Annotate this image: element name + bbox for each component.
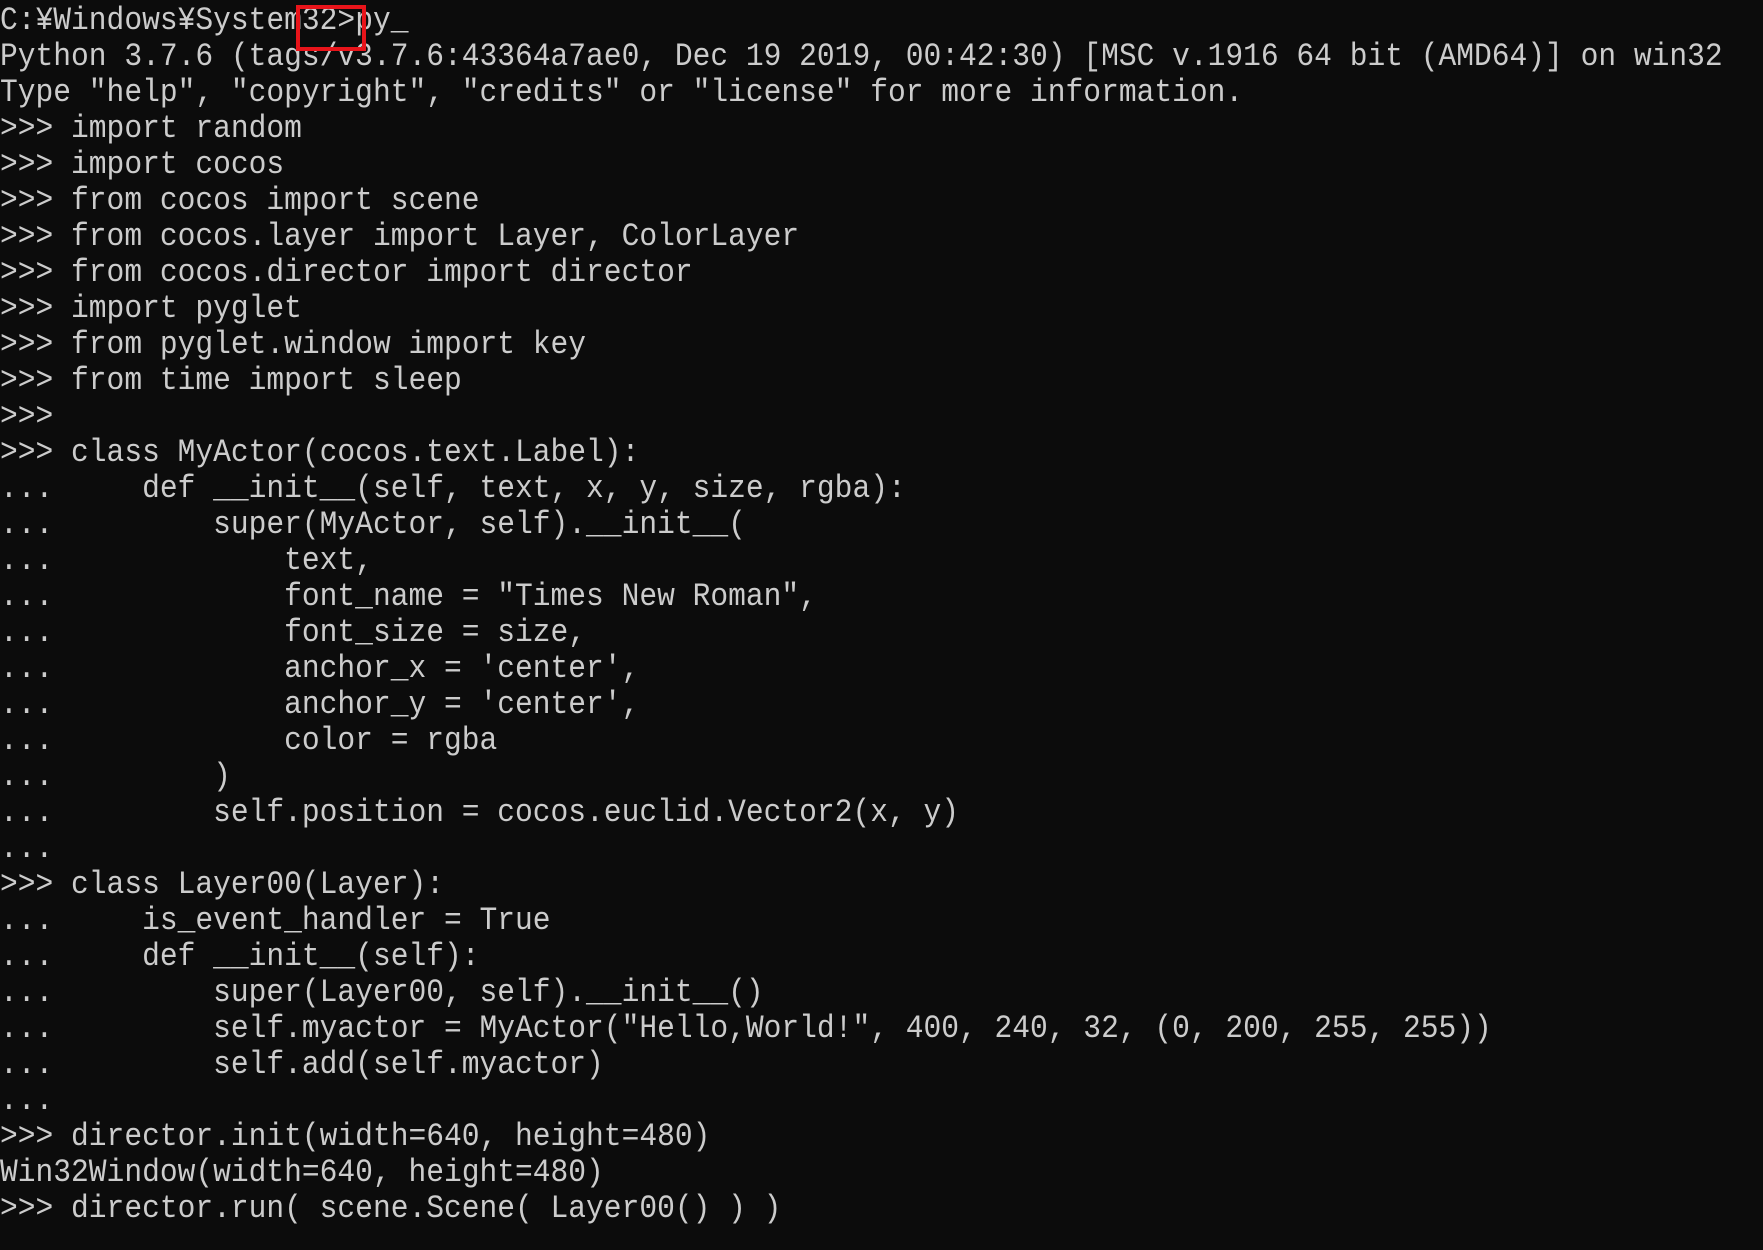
console-line: >>> from pyglet.window import key (0, 325, 587, 363)
console-first-line: C:¥Windows¥System32>py_ (0, 0, 1763, 40)
console-line: >>> from cocos.director import director (0, 253, 693, 291)
console-line: ... anchor_y = 'center', (0, 685, 640, 723)
console-line: Win32Window(width=640, height=480) (0, 1153, 604, 1191)
console-line: ... font_name = "Times New Roman", (0, 577, 817, 615)
console-line: ... (0, 829, 54, 867)
console-line: >>> import random (0, 109, 302, 147)
console-line: >>> (0, 397, 54, 435)
console-output[interactable]: C:¥Windows¥System32>py_ Python 3.7.6 (ta… (0, 0, 1763, 1227)
console-line: >>> from cocos.layer import Layer, Color… (0, 217, 800, 255)
console-line: >>> director.run( scene.Scene( Layer00()… (0, 1189, 782, 1227)
cursor: _ (390, 1, 409, 39)
console-line: Type "help", "copyright", "credits" or "… (0, 73, 1244, 111)
console-line: ... is_event_handler = True (0, 901, 551, 939)
console-line: ... self.add(self.myactor) (0, 1045, 604, 1083)
console-line: ... def __init__(self): (0, 937, 480, 975)
console-line: >>> class MyActor(cocos.text.Label): (0, 433, 640, 471)
console-line: ... (0, 1081, 54, 1119)
console-line: >>> import cocos (0, 145, 285, 183)
console-line: ... super(Layer00, self).__init__() (0, 973, 764, 1011)
console-line: ... def __init__(self, text, x, y, size,… (0, 469, 906, 507)
console-line: >>> director.init(width=640, height=480) (0, 1117, 711, 1155)
console-line: ... anchor_x = 'center', (0, 649, 640, 687)
console-line: ... super(MyActor, self).__init__( (0, 505, 746, 543)
console-line: Python 3.7.6 (tags/v3.7.6:43364a7ae0, De… (0, 37, 1723, 75)
console-line: ... self.position = cocos.euclid.Vector2… (0, 793, 959, 831)
console-line: >>> class Layer00(Layer): (0, 865, 444, 903)
console-line: ... font_size = size, (0, 613, 587, 651)
console-line: ... self.myactor = MyActor("Hello,World!… (0, 1009, 1492, 1047)
console-line: ... color = rgba (0, 721, 498, 759)
console-line: >>> from cocos import scene (0, 181, 480, 219)
console-line: >>> from time import sleep (0, 361, 462, 399)
highlight-box (296, 5, 366, 51)
console-line: >>> import pyglet (0, 289, 302, 327)
console-line: ... text, (0, 541, 373, 579)
console-line: ... ) (0, 757, 231, 795)
